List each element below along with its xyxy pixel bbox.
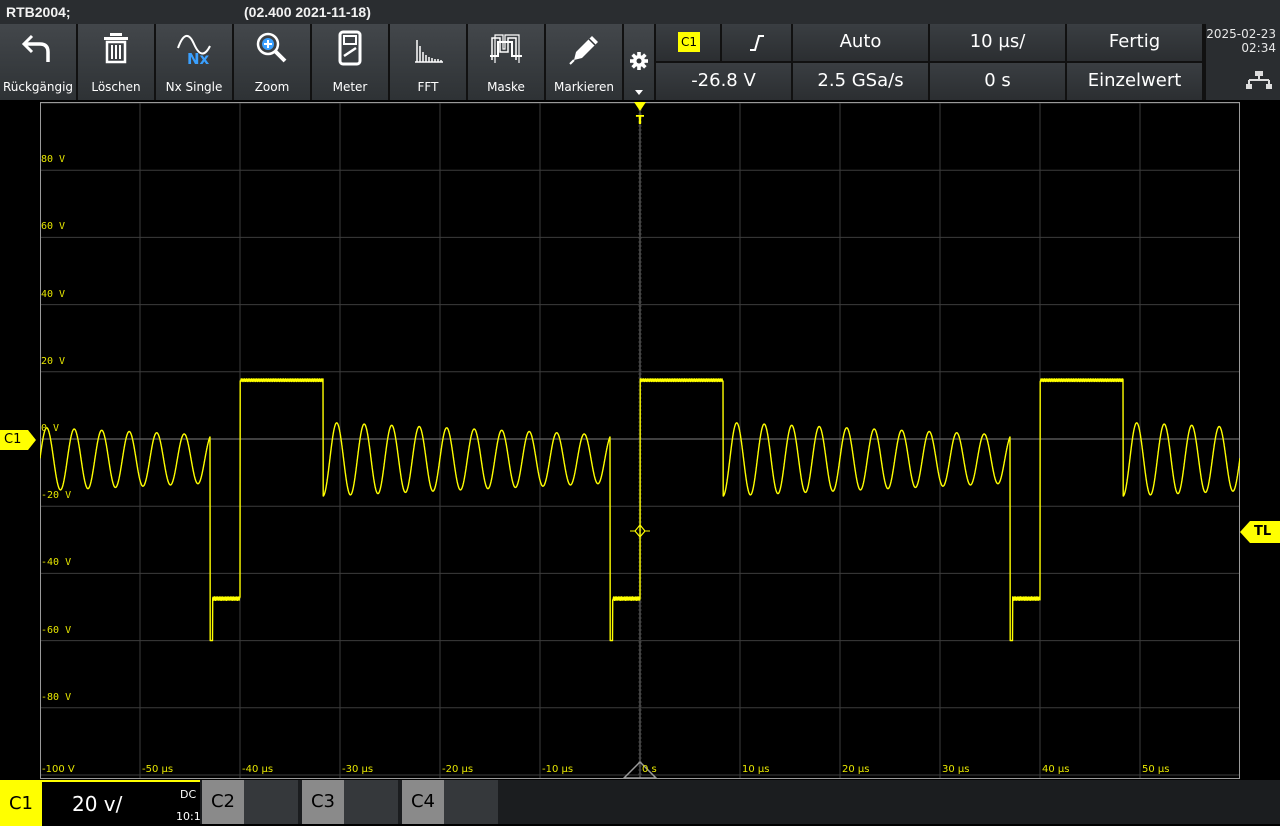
y-tick-label: -20 V: [41, 490, 72, 502]
x-tick-label: 30 µs: [942, 764, 970, 775]
x-tick-label: 0 s: [642, 764, 657, 775]
acquisition-mode-cell[interactable]: Einzelwert: [1067, 63, 1202, 100]
fft-button[interactable]: FFT: [390, 24, 468, 100]
nx-single-label: Nx Single: [165, 80, 223, 94]
channel-3-panel[interactable]: C3: [302, 780, 398, 824]
trigger-marker-label: T: [635, 113, 645, 127]
undo-label: Rückgängig: [2, 80, 74, 94]
channel-1-marker-label: C1: [4, 432, 22, 447]
nx-single-icon: Nx: [177, 35, 211, 66]
trigger-level-marker-label: TL: [1254, 524, 1272, 539]
zoom-label: Zoom: [254, 80, 290, 94]
y-tick-label: 20 V: [41, 355, 66, 367]
horizontal-position-value: 0 s: [984, 70, 1011, 91]
zoom-button[interactable]: Zoom: [234, 24, 312, 100]
svg-text:Nx: Nx: [187, 50, 210, 66]
channel-2-label: C2: [202, 780, 244, 824]
meter-icon: [338, 30, 362, 66]
delete-label: Löschen: [91, 80, 141, 94]
trigger-level-cell[interactable]: -26.8 V: [656, 63, 791, 100]
network-icon: [1246, 71, 1272, 89]
y-tick-label: 80 V: [41, 154, 66, 166]
timebase-value: 10 µs/: [969, 31, 1026, 52]
marker-pen-icon: [569, 36, 598, 65]
timebase-cell[interactable]: 10 µs/: [930, 24, 1065, 61]
waveform-display[interactable]: T: [40, 102, 1240, 779]
trash-icon: [104, 33, 128, 64]
sample-rate-value: 2.5 GSa/s: [817, 70, 904, 91]
channel-1-label: C1: [0, 782, 42, 826]
y-tick-label: -60 V: [41, 624, 72, 636]
trigger-source-cell[interactable]: C1: [656, 24, 720, 61]
mask-icon: [490, 34, 522, 63]
mark-label: Markieren: [554, 80, 614, 94]
device-model: RTB2004;: [6, 4, 71, 20]
trigger-position-marker: [634, 102, 646, 111]
dropdown-arrow-icon: [635, 90, 643, 95]
x-tick-label: -30 µs: [342, 764, 374, 775]
y-tick-label: 60 V: [41, 221, 66, 233]
waveform-plot: [40, 102, 1240, 779]
channel-1-coupling: DC: [180, 788, 197, 801]
x-tick-label: -20 µs: [442, 764, 474, 775]
time: 02:34: [1241, 41, 1276, 55]
trigger-level-marker[interactable]: TL: [1240, 521, 1280, 543]
acquisition-state-value: Fertig: [1108, 31, 1161, 52]
channel-1-scale: 20 v/: [72, 792, 123, 816]
channel-3-label: C3: [302, 780, 344, 824]
y-tick-label: 40 V: [41, 288, 66, 300]
x-tick-label: 20 µs: [842, 764, 870, 775]
y-tick-label: 0 V: [41, 423, 60, 434]
meter-label: Meter: [332, 80, 368, 94]
settings-button[interactable]: [624, 24, 654, 100]
x-tick-label: -40 µs: [242, 764, 274, 775]
trigger-level-value: -26.8 V: [691, 70, 756, 91]
trigger-source-badge: C1: [678, 32, 700, 52]
x-tick-label: 40 µs: [1042, 764, 1070, 775]
acquisition-state-cell[interactable]: Fertig: [1067, 24, 1202, 61]
channel-1-offset-marker[interactable]: C1: [0, 430, 36, 450]
fft-label: FFT: [417, 80, 439, 94]
firmware-version: (02.400 2021-11-18): [244, 4, 371, 20]
nx-single-button[interactable]: Nx Nx Single: [156, 24, 234, 100]
x-tick-label: -100 V: [42, 764, 75, 775]
x-tick-label: -50 µs: [142, 764, 174, 775]
channel-1-panel[interactable]: C1 20 v/ DC 10:1: [0, 780, 201, 826]
trigger-slope-cell[interactable]: [722, 24, 791, 61]
horizontal-position-cell[interactable]: 0 s: [930, 63, 1065, 100]
trigger-mode-cell[interactable]: Auto: [793, 24, 928, 61]
delete-button[interactable]: Löschen: [78, 24, 156, 100]
x-tick-label: 50 µs: [1142, 764, 1170, 775]
channel-2-panel[interactable]: C2: [202, 780, 298, 824]
date: 2025-02-23: [1206, 27, 1276, 41]
x-tick-label: 10 µs: [742, 764, 770, 775]
undo-icon: [21, 34, 50, 62]
mask-label: Maske: [487, 80, 525, 94]
channel-4-label: C4: [402, 780, 444, 824]
zoom-icon: [256, 32, 287, 63]
channel-1-probe: 10:1: [176, 810, 201, 823]
title-bar: RTB2004; (02.400 2021-11-18): [0, 0, 1280, 24]
y-tick-label: -80 V: [41, 691, 72, 703]
sample-rate-cell[interactable]: 2.5 GSa/s: [793, 63, 928, 100]
acquisition-mode-value: Einzelwert: [1087, 70, 1182, 91]
datetime-panel: 2025-02-23 02:34: [1206, 24, 1280, 100]
fft-icon: [415, 40, 443, 63]
meter-button[interactable]: Meter: [312, 24, 390, 100]
rising-edge-icon: [750, 35, 764, 51]
channel-4-panel[interactable]: C4: [402, 780, 498, 824]
x-tick-label: -10 µs: [542, 764, 574, 775]
trigger-mode-value: Auto: [839, 31, 882, 52]
undo-button[interactable]: Rückgängig: [0, 24, 78, 100]
gear-icon: [630, 52, 648, 95]
y-tick-label: -40 V: [41, 557, 72, 569]
mark-button[interactable]: Markieren: [546, 24, 624, 100]
mask-button[interactable]: Maske: [468, 24, 546, 100]
